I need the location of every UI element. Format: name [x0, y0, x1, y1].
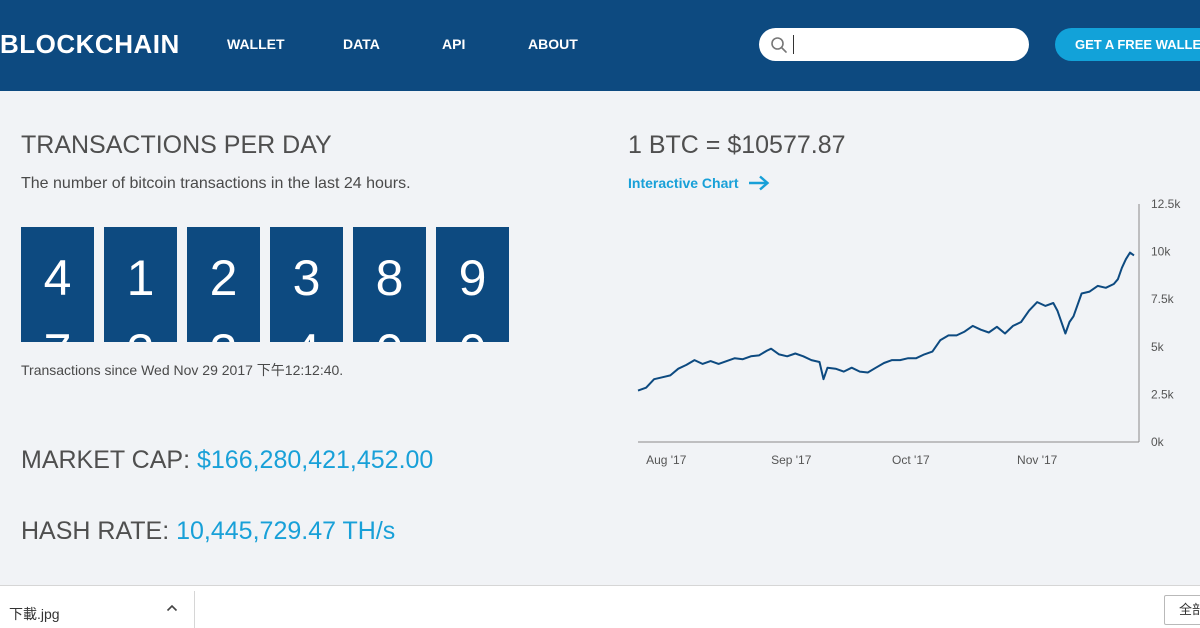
x-tick-label: Nov '17	[1017, 453, 1058, 467]
interactive-chart-label: Interactive Chart	[628, 175, 739, 191]
counter-next-digit: 7	[21, 327, 94, 342]
counter-next-digit: 0	[353, 327, 426, 342]
counter-digit: 9 0	[436, 227, 509, 342]
counter-digit-value: 4	[43, 250, 72, 306]
market-cap-stat: MARKET CAP: $166,280,421,452.00	[21, 446, 433, 475]
y-tick-label: 5k	[1151, 340, 1165, 354]
x-tick-label: Sep '17	[771, 453, 812, 467]
counter-digit: 2 3	[187, 227, 260, 342]
y-tick-label: 10k	[1151, 245, 1171, 259]
counter-next-digit: 0	[436, 327, 509, 342]
counter-digit-value: 9	[458, 250, 487, 306]
blockchain-logo[interactable]: BLOCKCHAIN	[0, 29, 180, 60]
download-filename[interactable]: 下載.jpg	[9, 604, 60, 624]
counter-digit-value: 2	[209, 250, 238, 306]
arrow-right-icon	[749, 175, 770, 191]
market-cap-value: $166,280,421,452.00	[196, 446, 434, 474]
nav-data[interactable]: DATA	[343, 36, 380, 52]
y-tick-label: 7.5k	[1151, 292, 1175, 306]
counter-digit: 4 7	[21, 227, 94, 342]
counter-digit-value: 8	[375, 250, 404, 306]
search-icon	[771, 37, 787, 53]
hash-rate-value: 10,445,729.47 TH/s	[176, 517, 396, 545]
transactions-title: TRANSACTIONS PER DAY	[21, 131, 332, 159]
market-cap-label: MARKET CAP:	[21, 446, 191, 474]
nav-api[interactable]: API	[442, 36, 465, 52]
y-tick-label: 0k	[1151, 435, 1165, 449]
show-all-downloads-button[interactable]: 全部顯示	[1164, 595, 1200, 625]
nav-wallet[interactable]: WALLET	[227, 36, 285, 52]
search-input[interactable]	[793, 35, 1018, 54]
y-tick-label: 12.5k	[1151, 197, 1181, 211]
counter-digit-value: 1	[126, 250, 155, 306]
btc-price-chart: 0k 2.5k 5k 7.5k 10k 12.5k Aug '17 Sep '17 Oct '1…	[637, 197, 1181, 467]
counter-digit: 1 3	[104, 227, 177, 342]
counter-digit: 3 4	[270, 227, 343, 342]
counter-next-digit: 3	[104, 327, 177, 342]
top-navigation-bar: BLOCKCHAIN WALLET DATA API ABOUT GET A F…	[0, 0, 1200, 91]
transactions-subtitle: The number of bitcoin transactions in th…	[21, 175, 411, 192]
x-tick-label: Aug '17	[646, 453, 687, 467]
chevron-up-icon[interactable]	[165, 601, 179, 615]
hash-rate-stat: HASH RATE: 10,445,729.47 TH/s	[21, 517, 395, 546]
price-series-line	[637, 251, 1135, 392]
counter-next-digit: 4	[270, 327, 343, 342]
interactive-chart-link[interactable]: Interactive Chart	[628, 175, 770, 191]
hash-rate-label: HASH RATE:	[21, 517, 170, 545]
y-tick-label: 2.5k	[1151, 387, 1175, 401]
x-tick-label: Oct '17	[892, 453, 930, 467]
counter-next-digit: 3	[187, 327, 260, 342]
get-free-wallet-button[interactable]: GET A FREE WALLET	[1055, 28, 1200, 61]
search-box[interactable]	[759, 28, 1029, 61]
download-bar	[0, 585, 1200, 628]
nav-about[interactable]: ABOUT	[528, 36, 578, 52]
counter-digit: 8 0	[353, 227, 426, 342]
btc-price: 1 BTC = $10577.87	[628, 131, 846, 159]
counter-digit-value: 3	[292, 250, 321, 306]
download-separator	[194, 591, 195, 628]
transactions-since-text: Transactions since Wed Nov 29 2017 下午12:…	[21, 362, 344, 378]
